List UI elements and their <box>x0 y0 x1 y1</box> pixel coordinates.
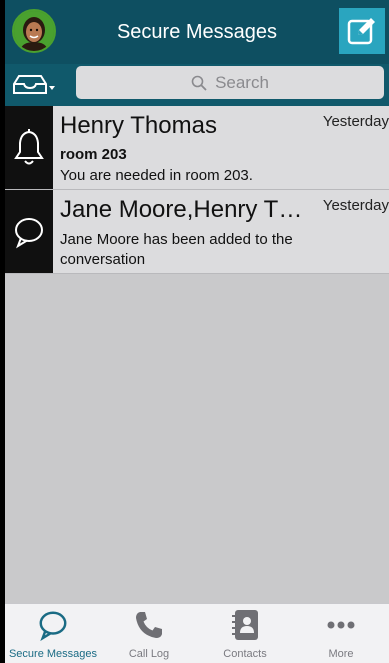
search-bar-row: Search <box>5 64 389 106</box>
compose-icon <box>347 18 375 45</box>
conversation-preview: You are needed in room 203. <box>60 167 253 184</box>
tab-label: More <box>328 648 354 660</box>
chat-bubble-icon <box>39 611 67 641</box>
conversation-row[interactable]: Jane Moore,Henry Th… Yesterday Jane Moor… <box>5 190 389 274</box>
chevron-down-icon <box>49 86 55 90</box>
compose-button[interactable] <box>339 8 385 54</box>
row-icon-cell <box>5 190 53 273</box>
conversation-title: Jane Moore,Henry Th… <box>60 196 315 223</box>
top-bar: Secure Messages <box>5 0 389 64</box>
tab-label: Secure Messages <box>8 648 98 660</box>
tab-call-log[interactable]: Call Log <box>101 604 197 663</box>
conversation-time: Yesterday <box>322 197 389 214</box>
conversation-title: Henry Thomas <box>60 112 217 139</box>
search-icon <box>191 75 207 91</box>
phone-icon <box>136 612 162 638</box>
conversation-preview: Jane Moore has been added to the convers… <box>60 231 293 268</box>
conversation-time: Yesterday <box>322 113 389 130</box>
conversation-subject: room 203 <box>60 146 127 163</box>
chat-bubble-icon <box>15 217 43 248</box>
conversation-list: Henry Thomas Yesterday room 203 You are … <box>5 106 389 274</box>
tab-bar: Secure Messages Call Log Contacts More <box>5 603 389 663</box>
search-placeholder: Search <box>215 72 269 92</box>
tab-more[interactable]: More <box>293 604 389 663</box>
inbox-tray-icon <box>13 75 55 94</box>
tab-contacts[interactable]: Contacts <box>197 604 293 663</box>
row-icon-cell <box>5 106 53 189</box>
page-title: Secure Messages <box>116 21 278 43</box>
conversation-row[interactable]: Henry Thomas Yesterday room 203 You are … <box>5 106 389 190</box>
search-input[interactable]: Search <box>76 66 384 99</box>
tab-label: Call Log <box>128 648 170 660</box>
bell-icon <box>14 128 44 164</box>
app-screen: Secure Messages Search Henry Thomas Yest… <box>5 0 389 663</box>
tab-secure-messages[interactable]: Secure Messages <box>5 604 101 663</box>
tab-label: Contacts <box>223 648 267 660</box>
more-dots-icon <box>327 621 355 629</box>
inbox-filter-button[interactable] <box>5 64 63 106</box>
contacts-book-icon <box>232 610 258 640</box>
